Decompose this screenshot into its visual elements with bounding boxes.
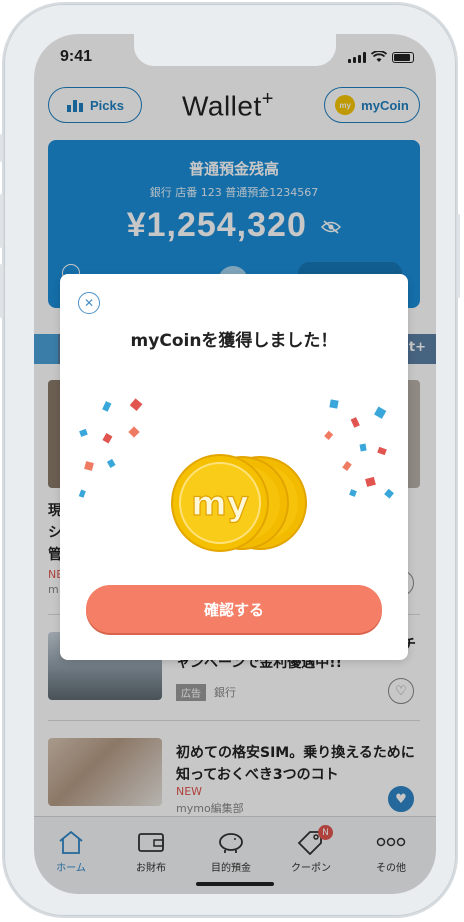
coin-text: my — [191, 484, 249, 524]
volume-up-button — [0, 194, 3, 248]
coin-stack-icon: my — [171, 454, 307, 552]
notch — [134, 34, 336, 66]
screen: 9:41 Picks Wallet+ my myCoin 普通預金残高 銀行 店… — [34, 34, 436, 894]
modal-title: myCoinを獲得しました！ — [130, 331, 338, 351]
phone-frame: 9:41 Picks Wallet+ my myCoin 普通預金残高 銀行 店… — [0, 2, 460, 918]
volume-down-button — [0, 264, 3, 318]
mute-switch — [0, 134, 3, 162]
close-icon[interactable]: ✕ — [78, 292, 100, 314]
power-button — [457, 214, 460, 298]
confirm-button[interactable]: 確認する — [86, 585, 382, 633]
reward-modal: ✕ myCoinを獲得しました！ my 確認する — [60, 274, 408, 660]
